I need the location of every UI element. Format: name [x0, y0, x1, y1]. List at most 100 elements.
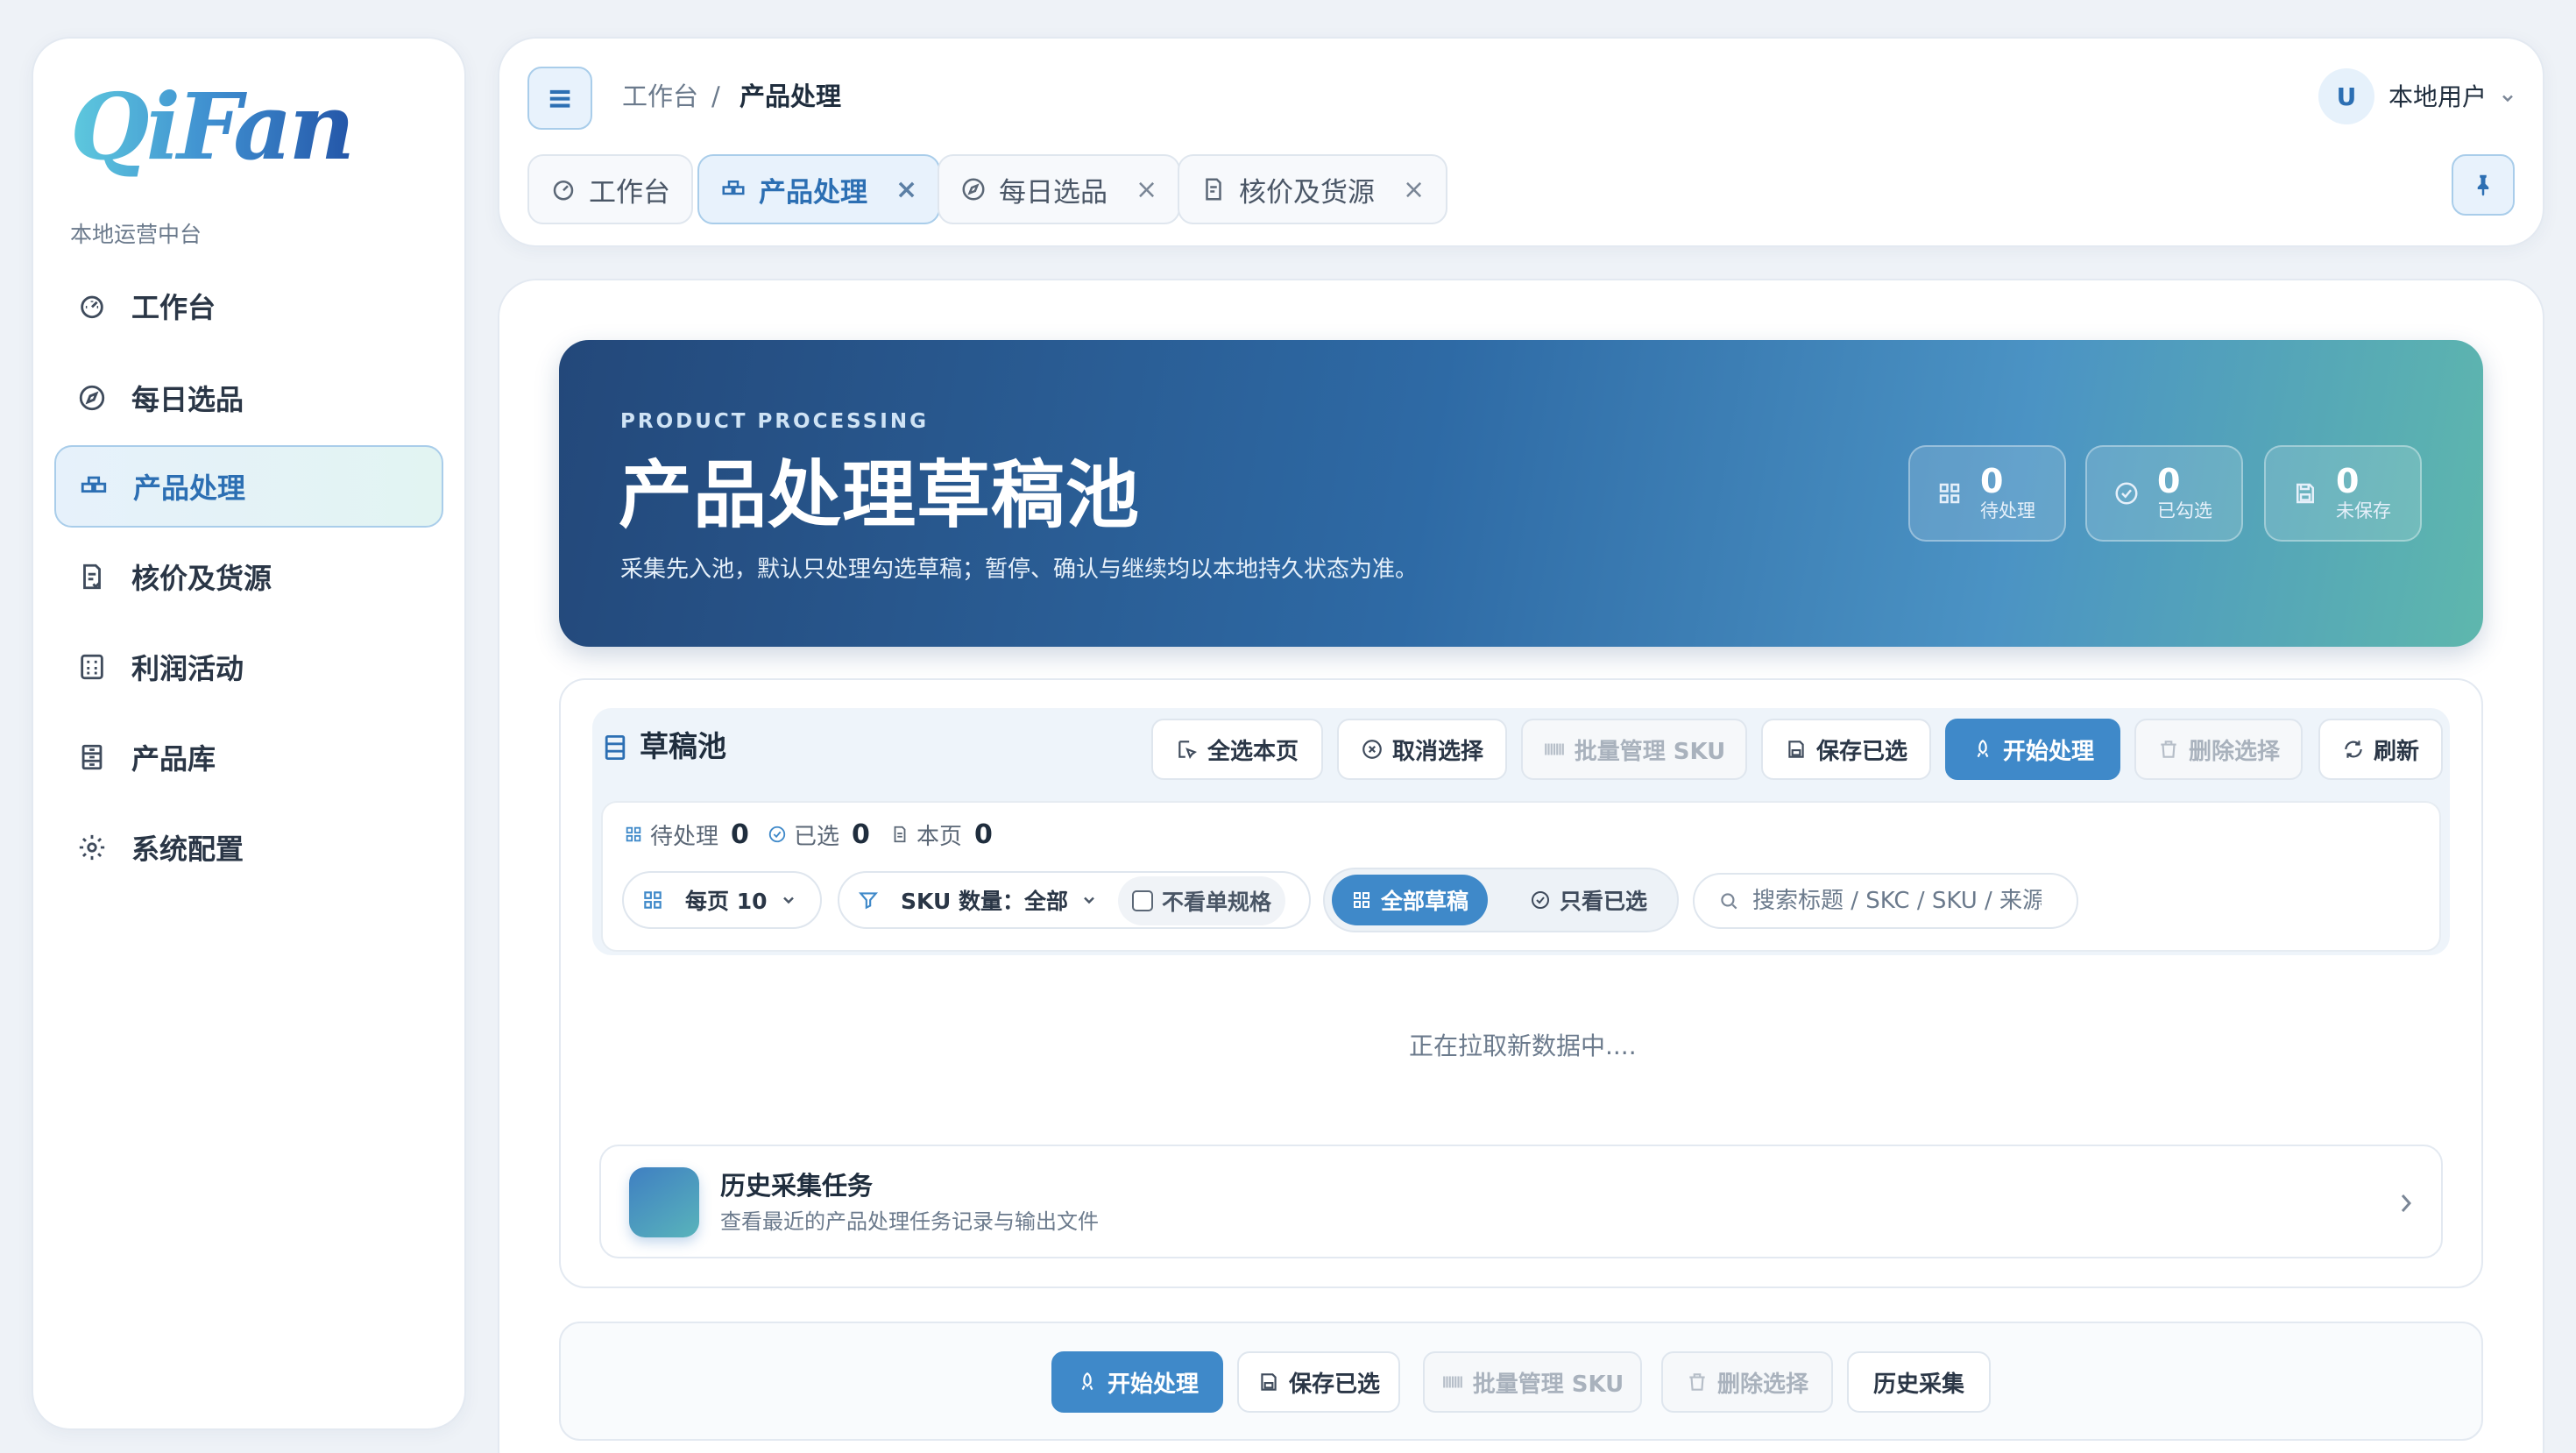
close-icon[interactable]: × — [1403, 174, 1425, 205]
sidebar-item-profit-activity[interactable]: 利润活动 — [54, 626, 443, 708]
save-selected-button[interactable]: 保存已选 — [1761, 719, 1931, 780]
cancel-selection-button[interactable]: 取消选择 — [1337, 719, 1507, 780]
compass-icon — [960, 176, 987, 202]
chevron-down-icon — [1080, 891, 1098, 909]
breadcrumb-home[interactable]: 工作台 — [622, 79, 698, 114]
button-label: 历史采集 — [1872, 1371, 1964, 1398]
refresh-icon — [2342, 738, 2365, 761]
sidebar-item-workbench[interactable]: 工作台 — [54, 265, 443, 347]
footer-save-selected-button[interactable]: 保存已选 — [1237, 1351, 1400, 1413]
segment-only-selected[interactable]: 只看已选 — [1511, 875, 1667, 925]
search-field[interactable] — [1693, 873, 2078, 929]
compass-icon — [77, 383, 107, 413]
start-processing-button[interactable]: 开始处理 — [1945, 719, 2120, 780]
select-page-button[interactable]: 全选本页 — [1151, 719, 1323, 780]
pin-button[interactable] — [2452, 154, 2515, 216]
grid-icon — [624, 825, 643, 844]
segment-all-drafts[interactable]: 全部草稿 — [1332, 875, 1489, 925]
count-label: 待处理 — [650, 823, 719, 850]
menu-toggle-button[interactable]: ≡ — [527, 67, 592, 130]
sidebar-item-product-library[interactable]: 产品库 — [54, 716, 443, 798]
sidebar-item-pricing-sourcing[interactable]: 核价及货源 — [54, 535, 443, 618]
count-value: 0 — [731, 819, 749, 850]
sidebar-item-label: 工作台 — [131, 291, 216, 324]
checkbox-label: 不看单规格 — [1162, 890, 1272, 915]
delete-selection-button[interactable]: 删除选择 — [2134, 719, 2303, 780]
count-selected: 已选 0 — [768, 817, 870, 852]
count-label: 已选 — [794, 823, 840, 850]
refresh-button[interactable]: 刷新 — [2318, 719, 2443, 780]
footer-delete-selection-button[interactable]: 删除选择 — [1661, 1351, 1833, 1413]
filter-icon — [857, 889, 880, 911]
check-circle-icon — [1530, 890, 1551, 911]
app-logo[interactable]: QiFan — [70, 70, 355, 184]
sidebar-item-daily-selection[interactable]: 每日选品 — [54, 357, 443, 439]
per-page-select[interactable]: 每页 10 — [622, 871, 822, 929]
hide-single-spec-checkbox[interactable]: 不看单规格 — [1118, 876, 1286, 925]
stat-pending: 0 待处理 — [1908, 445, 2066, 542]
dashboard-icon — [77, 291, 107, 321]
sidebar-item-label: 产品库 — [131, 742, 216, 776]
footer-history-button[interactable]: 历史采集 — [1847, 1351, 1991, 1413]
cursor-select-icon — [1176, 738, 1199, 761]
rocket-icon — [1076, 1371, 1099, 1393]
tab-label: 每日选品 — [999, 176, 1108, 209]
stat-value: 0 — [2336, 462, 2360, 500]
close-icon[interactable]: × — [895, 174, 917, 205]
count-pending: 待处理 0 — [624, 817, 749, 852]
button-label: 批量管理 SKU — [1472, 1371, 1624, 1398]
dashboard-icon — [550, 176, 577, 202]
footer-batch-sku-button[interactable]: 批量管理 SKU — [1423, 1351, 1642, 1413]
close-icon[interactable]: × — [1136, 174, 1157, 205]
document-icon — [890, 825, 909, 844]
sku-count-value: SKU 数量：全部 — [901, 889, 1068, 914]
hero-description: 采集先入池，默认只处理勾选草稿；暂停、确认与继续均以本地持久状态为准。 — [620, 556, 1419, 583]
search-icon — [1717, 890, 1740, 912]
chevron-right-icon[interactable] — [2397, 1192, 2415, 1215]
tab-product-processing[interactable]: 产品处理 × — [697, 154, 941, 224]
tab-workbench[interactable]: 工作台 — [527, 154, 693, 224]
rocket-icon — [1971, 738, 1994, 761]
stat-label: 已勾选 — [2157, 500, 2212, 521]
sidebar-item-system-settings[interactable]: 系统配置 — [54, 806, 443, 889]
count-label: 本页 — [916, 823, 963, 850]
button-label: 删除选择 — [1716, 1371, 1808, 1398]
stat-unsaved: 0 未保存 — [2264, 445, 2422, 542]
sidebar-item-product-processing[interactable]: 产品处理 — [54, 445, 443, 528]
draft-pool-title: 草稿池 — [640, 729, 726, 763]
stat-checked: 0 已勾选 — [2085, 445, 2243, 542]
count-page: 本页 0 — [890, 817, 993, 852]
sidebar-item-label: 产品处理 — [133, 471, 246, 505]
button-label: 开始处理 — [1107, 1371, 1199, 1398]
tab-label: 核价及货源 — [1239, 176, 1375, 209]
history-title: 历史采集任务 — [720, 1171, 874, 1201]
batch-sku-button[interactable]: 批量管理 SKU — [1521, 719, 1747, 780]
count-value: 0 — [974, 819, 993, 850]
chevron-down-icon[interactable] — [2499, 89, 2516, 107]
chevron-down-icon — [780, 891, 797, 909]
user-name[interactable]: 本地用户 — [2388, 81, 2487, 114]
gear-icon — [77, 833, 107, 862]
tab-pricing-sourcing[interactable]: 核价及货源 × — [1178, 154, 1448, 224]
avatar[interactable]: U — [2318, 68, 2374, 124]
document-check-icon — [1200, 176, 1227, 202]
sidebar-item-label: 系统配置 — [131, 833, 244, 866]
hero-eyebrow: PRODUCT PROCESSING — [620, 410, 929, 433]
stat-value: 0 — [2157, 462, 2181, 500]
document-check-icon — [77, 562, 107, 592]
grid-icon — [1936, 480, 1963, 507]
search-input[interactable] — [1752, 888, 2042, 914]
page-title: 产品处理草稿池 — [619, 452, 1141, 538]
tab-daily-selection[interactable]: 每日选品 × — [938, 154, 1181, 224]
save-icon — [2292, 480, 2318, 507]
checkbox[interactable] — [1132, 890, 1153, 911]
stat-value: 0 — [1980, 462, 2004, 500]
stat-label: 未保存 — [2336, 500, 2391, 521]
trash-icon — [2157, 738, 2180, 761]
segment-label: 全部草稿 — [1381, 889, 1469, 914]
grid-icon — [641, 889, 664, 911]
footer-start-processing-button[interactable]: 开始处理 — [1051, 1351, 1223, 1413]
button-label: 保存已选 — [1288, 1371, 1380, 1398]
calculator-icon — [77, 652, 107, 682]
history-tasks-card[interactable] — [599, 1145, 2443, 1258]
